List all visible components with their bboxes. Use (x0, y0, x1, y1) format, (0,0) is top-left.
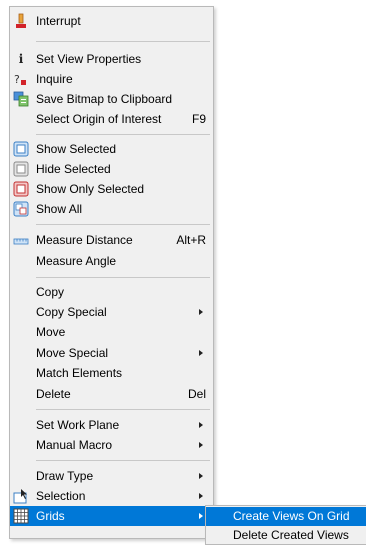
menu-item-copy-special[interactable]: Copy Special (10, 302, 213, 322)
menu-item-save-bitmap[interactable]: Save Bitmap to Clipboard (10, 89, 213, 109)
menu-item-shortcut: F9 (191, 112, 206, 126)
menu-separator (36, 224, 210, 225)
menu-item-label: Save Bitmap to Clipboard (36, 92, 173, 106)
menu-item-selection[interactable]: Selection (10, 486, 213, 506)
hide-selected-icon (13, 161, 29, 177)
menu-item-select-origin[interactable]: Select Origin of Interest F9 (10, 109, 213, 129)
grid-icon (13, 508, 29, 524)
menu-item-label: Move (36, 325, 66, 339)
menu-separator (36, 134, 210, 135)
menu-item-label: Selection (36, 489, 86, 503)
menu-separator (36, 409, 210, 410)
stop-sign-icon (13, 13, 29, 29)
submenu-arrow-icon (199, 513, 203, 519)
clipboard-bitmap-icon (13, 91, 29, 107)
submenu-arrow-icon (199, 442, 203, 448)
menu-item-delete[interactable]: Delete Del (10, 384, 213, 404)
menu-item-label: Grids (36, 509, 65, 523)
menu-item-label: Show All (36, 202, 83, 216)
svg-text:?: ? (14, 73, 20, 86)
menu-item-label: Select Origin of Interest (36, 112, 162, 126)
menu-item-move-special[interactable]: Move Special (10, 343, 213, 363)
submenu-arrow-icon (199, 350, 203, 356)
submenu-arrow-icon (199, 473, 203, 479)
menu-item-move[interactable]: Move (10, 322, 213, 342)
menu-item-grids[interactable]: Grids (10, 506, 213, 526)
menu-item-label: Interrupt (36, 14, 81, 28)
show-all-icon (13, 201, 29, 217)
submenu-arrow-icon (199, 422, 203, 428)
menu-item-label: Copy (36, 285, 65, 299)
menu-item-label: Draw Type (36, 469, 94, 483)
menu-item-label: Manual Macro (36, 438, 113, 452)
menu-item-measure-distance[interactable]: Measure Distance Alt+R (10, 230, 213, 250)
menu-item-copy[interactable]: Copy (10, 282, 213, 302)
menu-separator (36, 41, 210, 42)
info-icon: i (18, 52, 24, 66)
ruler-icon (13, 232, 29, 248)
menu-item-shortcut: Del (187, 387, 206, 401)
submenu-item-label: Delete Created Views (233, 528, 349, 542)
menu-item-set-view-properties[interactable]: i Set View Properties (10, 49, 213, 69)
menu-item-label: Inquire (36, 72, 73, 86)
show-only-selected-icon (13, 181, 29, 197)
menu-item-show-selected[interactable]: Show Selected (10, 139, 213, 159)
question-icon: ? (13, 71, 29, 87)
menu-item-label: Set Work Plane (36, 418, 120, 432)
menu-item-label: Measure Distance (36, 233, 133, 247)
grids-submenu: Create Views On Grid Delete Created View… (205, 505, 366, 545)
menu-item-set-work-plane[interactable]: Set Work Plane (10, 415, 213, 435)
menu-item-show-only-selected[interactable]: Show Only Selected (10, 179, 213, 199)
menu-item-label: Match Elements (36, 366, 123, 380)
menu-item-label: Set View Properties (36, 52, 142, 66)
menu-item-label: Move Special (36, 346, 109, 360)
menu-item-label: Delete (36, 387, 71, 401)
submenu-item-label: Create Views On Grid (233, 509, 350, 523)
show-selected-icon (13, 141, 29, 157)
menu-item-label: Copy Special (36, 305, 107, 319)
submenu-arrow-icon (199, 493, 203, 499)
menu-item-measure-angle[interactable]: Measure Angle (10, 251, 213, 271)
context-menu: Interrupt i Set View Properties ? Inquir… (9, 6, 214, 539)
menu-item-draw-type[interactable]: Draw Type (10, 466, 213, 486)
submenu-arrow-icon (199, 309, 203, 315)
menu-item-shortcut: Alt+R (176, 233, 206, 247)
selection-cursor-icon (13, 488, 29, 504)
menu-item-manual-macro[interactable]: Manual Macro (10, 435, 213, 455)
menu-item-label: Hide Selected (36, 162, 111, 176)
submenu-item-delete-created-views[interactable]: Delete Created Views (206, 526, 366, 545)
menu-item-show-all[interactable]: Show All (10, 199, 213, 219)
menu-item-match-elements[interactable]: Match Elements (10, 363, 213, 383)
submenu-item-create-views-on-grid[interactable]: Create Views On Grid (206, 507, 366, 526)
menu-item-label: Measure Angle (36, 254, 117, 268)
menu-item-interrupt[interactable]: Interrupt (10, 11, 213, 31)
menu-item-label: Show Only Selected (36, 182, 145, 196)
menu-item-label: Show Selected (36, 142, 117, 156)
menu-item-hide-selected[interactable]: Hide Selected (10, 159, 213, 179)
menu-separator (36, 460, 210, 461)
menu-item-inquire[interactable]: ? Inquire (10, 69, 213, 89)
menu-separator (36, 277, 210, 278)
